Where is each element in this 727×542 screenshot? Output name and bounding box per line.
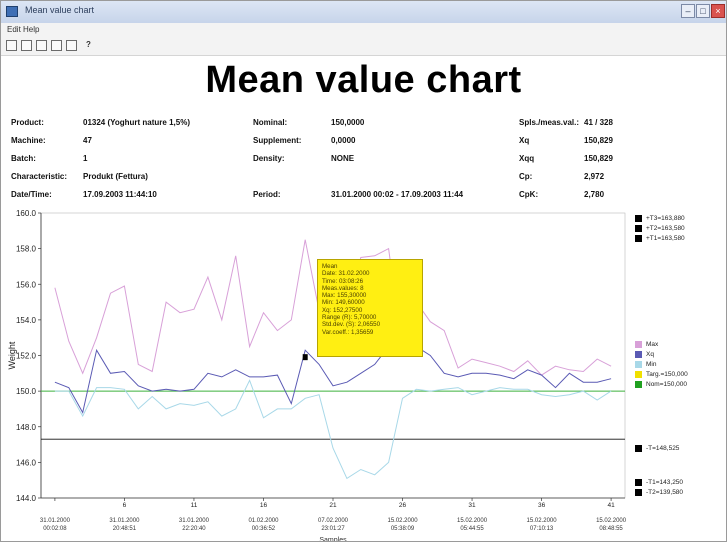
x-tick-time: 07:10:13 [530, 526, 554, 532]
tooltip-line: Time: 03:08:26 [322, 277, 364, 285]
x-tick-number: 31 [468, 502, 476, 509]
x-tick-date: 15.02.2000 [596, 518, 627, 524]
y-tick-label: 144.0 [16, 494, 37, 503]
limit-marker-icon [635, 215, 642, 222]
tooltip-line: Max: 155,30000 [322, 292, 367, 300]
y-tick-label: 156.0 [16, 280, 37, 289]
legend-nominal: Nom=150,000 [646, 381, 688, 388]
x-tick-date: 15.02.2000 [457, 518, 488, 524]
y-tick-label: 152.0 [16, 352, 37, 361]
tooltip-line: Min: 149,60000 [322, 299, 365, 307]
selected-point-marker [302, 354, 308, 361]
x-tick-time: 05:38:09 [391, 526, 415, 532]
y-tick-label: 146.0 [16, 458, 37, 467]
x-tick-number: 36 [538, 502, 546, 509]
y-tick-label: 160.0 [16, 209, 37, 218]
legend-target: Targ.=150,000 [646, 371, 688, 378]
y-axis-label: Weight [7, 341, 17, 369]
x-tick-number: 11 [191, 502, 198, 509]
x-tick-time: 05:44:55 [460, 526, 484, 532]
y-tick-label: 150.0 [16, 387, 37, 396]
x-tick-date: 15.02.2000 [527, 518, 558, 524]
y-tick-label: 148.0 [16, 423, 37, 432]
tooltip-title: Mean [322, 263, 338, 270]
x-tick-date: 31.01.2000 [179, 518, 210, 524]
tooltip-line: Xq: 152,27500 [322, 306, 363, 314]
x-tick-date: 07.02.2000 [318, 518, 349, 524]
legend-min: Min [646, 361, 657, 368]
x-axis-label: Samples [319, 537, 347, 542]
limit-marker-icon [635, 225, 642, 232]
x-tick-number: 6 [123, 502, 127, 509]
limit-marker-icon [635, 235, 642, 242]
x-tick-time: 20:48:51 [113, 526, 137, 532]
legend-swatch-xq [635, 351, 642, 358]
legend-swatch-target [635, 371, 642, 378]
limit-marker-icon [635, 489, 642, 496]
legend-swatch-max [635, 341, 642, 348]
app-window: Mean value chart – □ × Edit Help ? Mean … [0, 0, 727, 542]
tooltip-line: Std.dev. (S): 2,06550 [322, 321, 381, 329]
x-tick-date: 31.01.2000 [109, 518, 140, 524]
tooltip-line: Range (R): 5,70000 [322, 314, 377, 322]
x-tick-number: 21 [329, 502, 337, 509]
series-min-line [54, 379, 612, 480]
x-tick-number: 16 [260, 502, 268, 509]
limit-marker-icon [635, 479, 642, 486]
x-tick-time: 08:48:55 [599, 526, 623, 532]
legend-lower-limit: -T2=139,580 [646, 489, 684, 496]
x-tick-time: 00:36:52 [252, 526, 276, 532]
x-tick-number: 26 [399, 502, 407, 509]
x-tick-number: 41 [607, 502, 615, 509]
x-tick-time: 23:01:27 [321, 526, 345, 532]
legend-max: Max [646, 341, 659, 348]
legend-limit: +T3=163,880 [646, 215, 685, 222]
tooltip-line: Var.coeff.: 1,35659 [322, 328, 374, 336]
legend-lower-limit: -T=148,525 [646, 445, 680, 452]
legend-limit: +T1=163,580 [646, 235, 685, 242]
legend-swatch-min [635, 361, 642, 368]
legend-limit: +T2=163,580 [646, 225, 685, 232]
tooltip-line: Date: 31.02.2000 [322, 270, 370, 278]
x-tick-date: 15.02.2000 [388, 518, 419, 524]
data-point-tooltip: Mean Date: 31.02.2000 Time: 03:08:26 Mea… [317, 259, 423, 357]
y-tick-label: 154.0 [16, 316, 37, 325]
limit-marker-icon [635, 445, 642, 452]
x-tick-date: 31.01.2000 [40, 518, 71, 524]
x-tick-date: 01.02.2000 [248, 518, 279, 524]
x-tick-time: 22:20:40 [182, 526, 206, 532]
y-tick-label: 158.0 [16, 245, 37, 254]
legend-swatch-nominal [635, 381, 642, 388]
legend-xq: Xq [646, 351, 654, 358]
x-tick-time: 00:02:08 [43, 526, 67, 532]
tooltip-line: Meas.values: 8 [322, 284, 364, 292]
legend-lower-limit: -T1=143,250 [646, 479, 684, 486]
